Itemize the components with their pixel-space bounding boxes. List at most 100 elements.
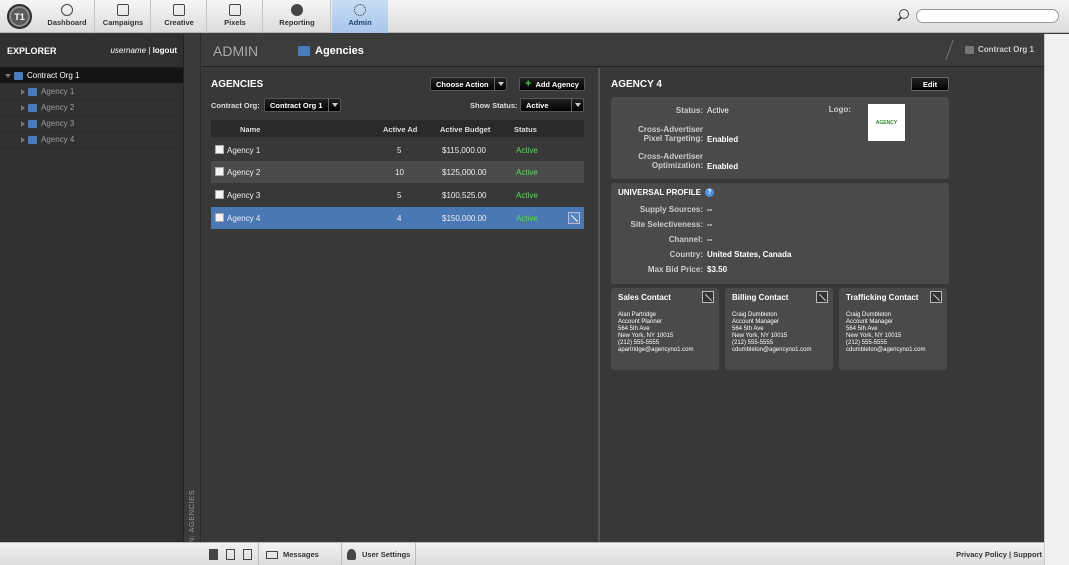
search-icon[interactable] — [899, 9, 909, 19]
row-budget: $150,000.00 — [442, 214, 487, 223]
tab-admin[interactable]: Admin — [332, 0, 388, 33]
explorer-header: EXPLORER username | logout — [0, 34, 183, 68]
collapse-arrow-icon[interactable] — [21, 136, 25, 143]
tree-item-agency-4[interactable]: Agency 4 — [0, 132, 183, 148]
contact-line: 564 5th Ave — [732, 326, 764, 332]
tree-item-agency-2[interactable]: Agency 2 — [0, 100, 183, 116]
choose-action-dropdown[interactable]: Choose Action — [430, 77, 507, 91]
user-icon[interactable] — [347, 549, 356, 560]
gear-icon — [354, 4, 366, 16]
tree-item-agency-1[interactable]: Agency 1 — [0, 84, 183, 100]
breadcrumb-org: Contract Org 1 — [977, 45, 1034, 54]
show-status-select[interactable]: Active — [520, 98, 584, 112]
org-icon — [964, 45, 974, 54]
search-input[interactable] — [916, 9, 1059, 23]
contract-org-value: Contract Org 1 — [270, 100, 323, 110]
breadcrumb[interactable]: Contract Org 1 — [964, 45, 1034, 54]
edit-icon[interactable] — [568, 212, 580, 224]
row-checkbox[interactable] — [215, 190, 224, 199]
table-row[interactable]: Agency 1 5 $115,000.00 Active — [211, 139, 584, 161]
page-title: Agencies — [298, 45, 364, 57]
row-status: Active — [516, 191, 538, 200]
tab-reporting[interactable]: Reporting — [264, 0, 331, 33]
sales-contact-card: Sales Contact Alan Partridge Account Pla… — [611, 288, 719, 370]
contact-line: (212) 555-5555 — [618, 340, 660, 346]
row-checkbox[interactable] — [215, 213, 224, 222]
contact-line: (212) 555-5555 — [732, 340, 774, 346]
universal-profile-title: UNIVERSAL PROFILE ? — [618, 188, 714, 197]
agency-icon — [28, 87, 37, 96]
messages-link[interactable]: Messages — [283, 550, 319, 559]
notes-icon[interactable] — [226, 549, 235, 560]
contact-email[interactable]: cdumbleton@agencyno1.com — [732, 347, 811, 353]
column-active-ad[interactable]: Active Ad — [383, 125, 417, 134]
supply-sources-value: -- — [707, 205, 713, 214]
column-name[interactable]: Name — [240, 125, 260, 134]
edit-icon[interactable] — [930, 291, 942, 303]
help-icon[interactable]: ? — [704, 188, 714, 197]
t1-logo[interactable]: T1 — [7, 4, 32, 29]
table-row[interactable]: Agency 3 5 $100,525.00 Active — [211, 184, 584, 206]
agencies-icon — [298, 46, 310, 56]
creative-icon — [173, 4, 185, 16]
row-name: Agency 3 — [227, 191, 261, 200]
logo-label: Logo: — [828, 105, 851, 114]
edit-icon[interactable] — [816, 291, 828, 303]
tab-reporting-label: Reporting — [279, 18, 315, 27]
tab-campaigns[interactable]: Campaigns — [96, 0, 151, 33]
bottom-bar: Messages User Settings Privacy Policy | … — [0, 542, 1044, 565]
tab-creative[interactable]: Creative — [152, 0, 207, 33]
row-checkbox[interactable] — [215, 145, 224, 154]
support-link[interactable]: Support — [1013, 550, 1042, 559]
tab-dashboard-label: Dashboard — [47, 18, 87, 27]
row-checkbox[interactable] — [215, 167, 224, 176]
tab-admin-label: Admin — [348, 18, 372, 27]
tree-root-contract-org[interactable]: Contract Org 1 — [0, 68, 183, 84]
mail-icon[interactable] — [266, 551, 278, 559]
collapse-arrow-icon[interactable] — [21, 88, 25, 95]
country-value: United States, Canada — [707, 250, 792, 259]
tree-item-agency-3[interactable]: Agency 3 — [0, 116, 183, 132]
tab-pixels[interactable]: Pixels — [208, 0, 263, 33]
section-title: ADMIN — [213, 43, 259, 59]
page-scrollbar[interactable] — [1044, 34, 1069, 565]
user-settings-link[interactable]: User Settings — [362, 550, 410, 559]
clipboard-icon[interactable] — [243, 549, 252, 560]
contact-email[interactable]: cdumbleton@agencyno1.com — [846, 347, 925, 353]
column-active-budget[interactable]: Active Budget — [440, 125, 490, 134]
column-status[interactable]: Status — [514, 125, 537, 134]
trafficking-contact-card: Trafficking Contact Craig Dumbleton Acco… — [839, 288, 947, 370]
table-row-selected[interactable]: Agency 4 4 $150,000.00 Active — [211, 207, 584, 229]
edit-button[interactable]: Edit — [911, 77, 949, 91]
row-budget: $125,000.00 — [442, 168, 487, 177]
privacy-policy-link[interactable]: Privacy Policy — [956, 550, 1007, 559]
collapse-arrow-icon[interactable] — [21, 104, 25, 111]
contact-line: New York, NY 10015 — [618, 333, 674, 339]
edit-icon[interactable] — [702, 291, 714, 303]
channel-label: Channel: — [668, 235, 703, 244]
row-name: Agency 1 — [227, 146, 261, 155]
cross-opt-label-2: Optimization: — [651, 161, 703, 170]
agencies-list-panel: AGENCIES Choose Action + Add Agency Cont… — [202, 68, 600, 542]
tab-dashboard[interactable]: Dashboard — [40, 0, 95, 33]
collapse-arrow-icon[interactable] — [21, 120, 25, 127]
status-value: Active — [707, 106, 729, 115]
add-agency-button[interactable]: + Add Agency — [519, 77, 585, 91]
admin-header: ADMIN Agencies Contract Org 1 — [202, 34, 1044, 67]
table-row[interactable]: Agency 2 10 $125,000.00 Active — [211, 161, 584, 183]
side-label-strip[interactable]: ADMIN: AGENCIES — [185, 34, 201, 564]
add-agency-label: Add Agency — [535, 79, 579, 89]
universal-profile-label: UNIVERSAL PROFILE — [618, 188, 701, 197]
logout-link[interactable]: logout — [153, 46, 177, 55]
cross-pixel-value: Enabled — [707, 135, 739, 144]
contact-email[interactable]: apartridge@agencyno1.com — [618, 347, 693, 353]
contract-org-select[interactable]: Contract Org 1 — [264, 98, 341, 112]
agency-settings-card: Status: Active Logo: AGENCY Cross-Advert… — [611, 97, 949, 179]
row-budget: $115,000.00 — [442, 146, 486, 155]
expand-arrow-icon[interactable] — [5, 73, 11, 78]
panel-icon[interactable] — [209, 549, 218, 560]
contact-line: (212) 555-5555 — [846, 340, 888, 346]
row-active-ad: 10 — [395, 168, 404, 177]
dashboard-icon — [61, 4, 73, 16]
contact-line: Account Manager — [732, 319, 780, 325]
